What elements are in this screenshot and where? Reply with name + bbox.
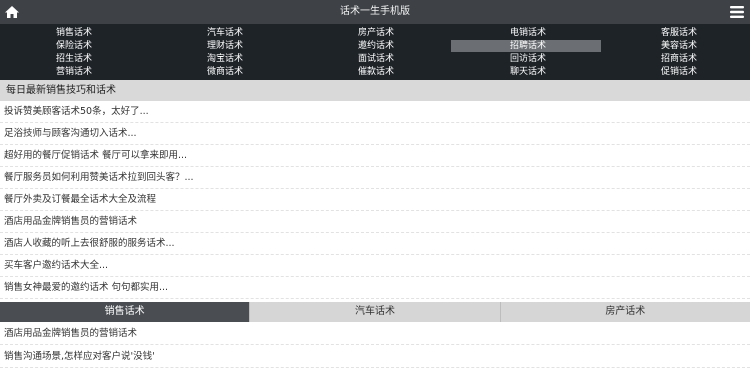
tab-article-list: 酒店用品金牌销售员的营销话术 销售沟通场景,怎样应对客户说'没钱': [0, 322, 750, 368]
category-link[interactable]: 促销话术: [661, 66, 697, 78]
article-link[interactable]: 买车客户邀约话术大全...: [0, 255, 750, 277]
category-link[interactable]: 美容话术: [661, 40, 697, 52]
article-link[interactable]: 酒店用品金牌销售员的营销话术: [0, 211, 750, 233]
tab-realestate[interactable]: 房产话术: [501, 302, 750, 322]
category-tabs: 销售话术 汽车话术 房产话术: [0, 302, 750, 322]
section-title: 每日最新销售技巧和话术: [0, 80, 750, 101]
tab-sales[interactable]: 销售话术: [0, 302, 251, 322]
article-link[interactable]: 餐厅服务员如何利用赞美话术拉到回头客？...: [0, 167, 750, 189]
category-link[interactable]: 理财话术: [207, 40, 243, 52]
category-link[interactable]: 客服话术: [661, 27, 697, 39]
category-link[interactable]: 淘宝话术: [207, 53, 243, 65]
category-link[interactable]: 招生话术: [56, 53, 92, 65]
article-link[interactable]: 餐厅外卖及订餐最全话术大全及流程: [0, 189, 750, 211]
category-link[interactable]: 聊天话术: [510, 66, 546, 78]
article-link[interactable]: 超好用的餐厅促销话术 餐厅可以拿来即用...: [0, 145, 750, 167]
category-link[interactable]: 房产话术: [358, 27, 394, 39]
category-link[interactable]: 微商话术: [207, 66, 243, 78]
category-link[interactable]: 邀约话术: [358, 40, 394, 52]
article-link[interactable]: 销售女神最爱的邀约话术 句句都实用...: [0, 277, 750, 299]
category-link[interactable]: 保险话术: [56, 40, 92, 52]
top-bar: 话术一生手机版: [0, 0, 750, 24]
category-link[interactable]: 汽车话术: [207, 27, 243, 39]
hamburger-menu-icon[interactable]: [730, 5, 744, 19]
category-link[interactable]: 营销话术: [56, 66, 92, 78]
category-link[interactable]: 招商话术: [661, 53, 697, 65]
page-title: 话术一生手机版: [340, 6, 410, 17]
article-link[interactable]: 酒店用品金牌销售员的营销话术: [0, 322, 750, 345]
article-link[interactable]: 销售沟通场景,怎样应对客户说'没钱': [0, 345, 750, 368]
article-link[interactable]: 投诉赞美顾客话术50条，太好了...: [0, 101, 750, 123]
article-link[interactable]: 酒店人收藏的听上去很舒服的服务话术...: [0, 233, 750, 255]
tab-auto[interactable]: 汽车话术: [250, 302, 501, 322]
category-link-active[interactable]: 招聘话术: [451, 40, 601, 52]
category-nav: 销售话术 汽车话术 房产话术 电销话术 客服话术 保险话术 理财话术 邀约话术 …: [0, 24, 750, 80]
category-link[interactable]: 销售话术: [56, 27, 92, 39]
category-link[interactable]: 催款话术: [358, 66, 394, 78]
category-link[interactable]: 电销话术: [510, 27, 546, 39]
category-link[interactable]: 回访话术: [510, 53, 546, 65]
article-link[interactable]: 足浴技师与顾客沟通切入话术...: [0, 123, 750, 145]
category-link[interactable]: 面试话术: [358, 53, 394, 65]
article-list: 投诉赞美顾客话术50条，太好了... 足浴技师与顾客沟通切入话术... 超好用的…: [0, 101, 750, 299]
